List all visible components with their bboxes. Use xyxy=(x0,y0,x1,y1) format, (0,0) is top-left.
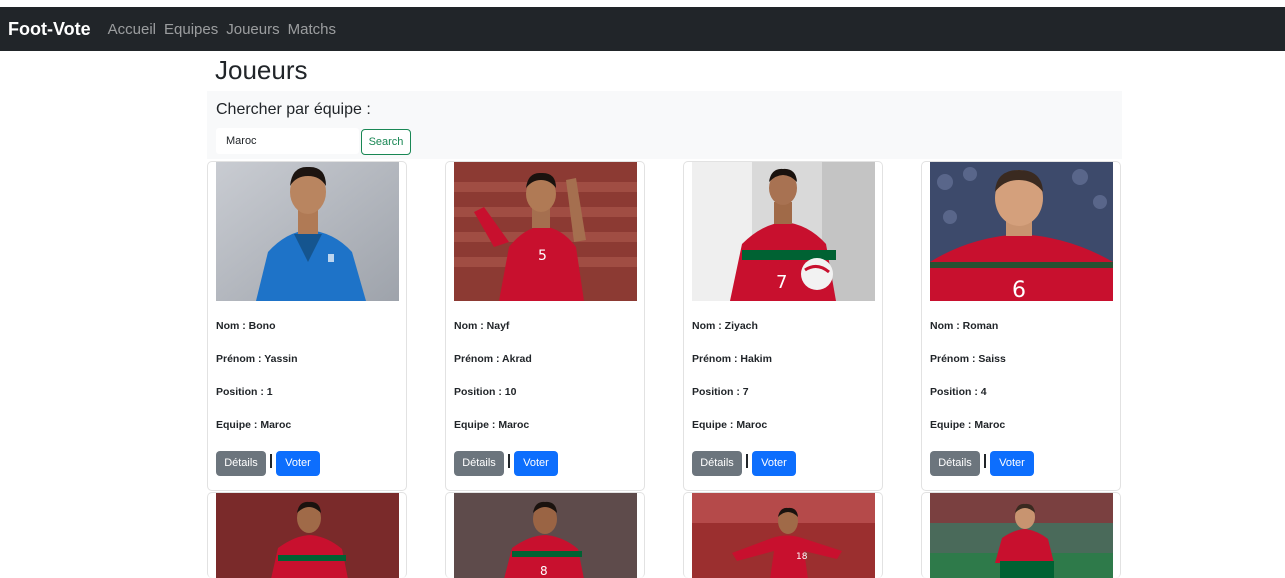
player-equipe: Equipe : Maroc xyxy=(930,419,1006,431)
brand-logo-link[interactable]: Foot-Vote xyxy=(8,19,91,40)
player-photo xyxy=(216,493,399,578)
player-prenom: Prénom : Yassin xyxy=(216,353,298,365)
nav-link-equipes[interactable]: Equipes xyxy=(164,21,218,38)
nav-link-accueil[interactable]: Accueil xyxy=(108,21,156,38)
svg-text:6: 6 xyxy=(1012,278,1026,301)
player-card-7: 18 xyxy=(683,492,883,578)
player-prenom: Prénom : Saiss xyxy=(930,353,1006,365)
player-prenom: Prénom : Akrad xyxy=(454,353,532,365)
vote-button[interactable]: Voter xyxy=(752,451,796,476)
player-nom: Nom : Roman xyxy=(930,320,999,332)
player-prenom: Prénom : Hakim xyxy=(692,353,772,365)
player-photo: 8 xyxy=(454,493,637,578)
player-photo: 6 xyxy=(930,162,1113,301)
details-button[interactable]: Détails xyxy=(454,451,504,476)
search-label: Chercher par équipe : xyxy=(216,101,371,118)
svg-text:8: 8 xyxy=(540,564,548,578)
svg-text:7: 7 xyxy=(776,272,787,293)
separator xyxy=(984,454,986,468)
player-nom: Nom : Ziyach xyxy=(692,320,758,332)
player-nom: Nom : Nayf xyxy=(454,320,510,332)
player-equipe: Equipe : Maroc xyxy=(216,419,292,431)
player-card-6: 8 xyxy=(445,492,645,578)
player-equipe: Equipe : Maroc xyxy=(454,419,530,431)
search-panel: Chercher par équipe : Search xyxy=(207,91,1122,159)
svg-text:5: 5 xyxy=(538,248,547,264)
separator xyxy=(746,454,748,468)
player-position: Position : 1 xyxy=(216,386,273,398)
svg-text:18: 18 xyxy=(796,552,808,562)
vote-button[interactable]: Voter xyxy=(990,451,1034,476)
player-card-nayf: 5 Nom : Nayf Prénom : Akrad Position : 1… xyxy=(445,161,645,491)
player-position: Position : 10 xyxy=(454,386,517,398)
nav-link-joueurs[interactable]: Joueurs xyxy=(226,21,279,38)
separator xyxy=(508,454,510,468)
player-photo: 5 xyxy=(454,162,637,301)
player-equipe: Equipe : Maroc xyxy=(692,419,768,431)
player-card-8 xyxy=(921,492,1121,578)
player-nom: Nom : Bono xyxy=(216,320,276,332)
player-photo xyxy=(930,493,1113,578)
player-card-5 xyxy=(207,492,407,578)
player-photo xyxy=(216,162,399,301)
player-photo: 7 xyxy=(692,162,875,301)
player-card-ziyach: 7 Nom : Ziyach Prénom : Hakim Position :… xyxy=(683,161,883,491)
details-button[interactable]: Détails xyxy=(930,451,980,476)
player-card-bono: Nom : Bono Prénom : Yassin Position : 1 … xyxy=(207,161,407,491)
separator xyxy=(270,454,272,468)
top-navbar: Foot-Vote Accueil Equipes Joueurs Matchs xyxy=(0,7,1285,51)
player-photo: 18 xyxy=(692,493,875,578)
details-button[interactable]: Détails xyxy=(692,451,742,476)
page-title: Joueurs xyxy=(215,55,308,85)
vote-button[interactable]: Voter xyxy=(276,451,320,476)
player-position: Position : 4 xyxy=(930,386,987,398)
search-button[interactable]: Search xyxy=(361,129,411,155)
details-button[interactable]: Détails xyxy=(216,451,266,476)
player-card-roman: 6 Nom : Roman Prénom : Saiss Position : … xyxy=(921,161,1121,491)
nav-link-matchs[interactable]: Matchs xyxy=(288,21,336,38)
team-search-input[interactable] xyxy=(216,128,359,154)
player-position: Position : 7 xyxy=(692,386,749,398)
vote-button[interactable]: Voter xyxy=(514,451,558,476)
